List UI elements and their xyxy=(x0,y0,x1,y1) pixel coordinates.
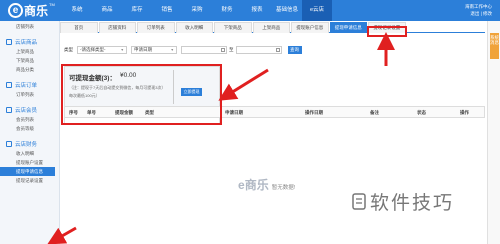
arrow-to-sidebar xyxy=(47,226,77,244)
arrow-to-panel xyxy=(218,68,269,101)
watermark-icon xyxy=(352,193,366,210)
watermark: 软件技巧 xyxy=(352,188,454,215)
watermark-text: 软件技巧 xyxy=(370,193,455,214)
